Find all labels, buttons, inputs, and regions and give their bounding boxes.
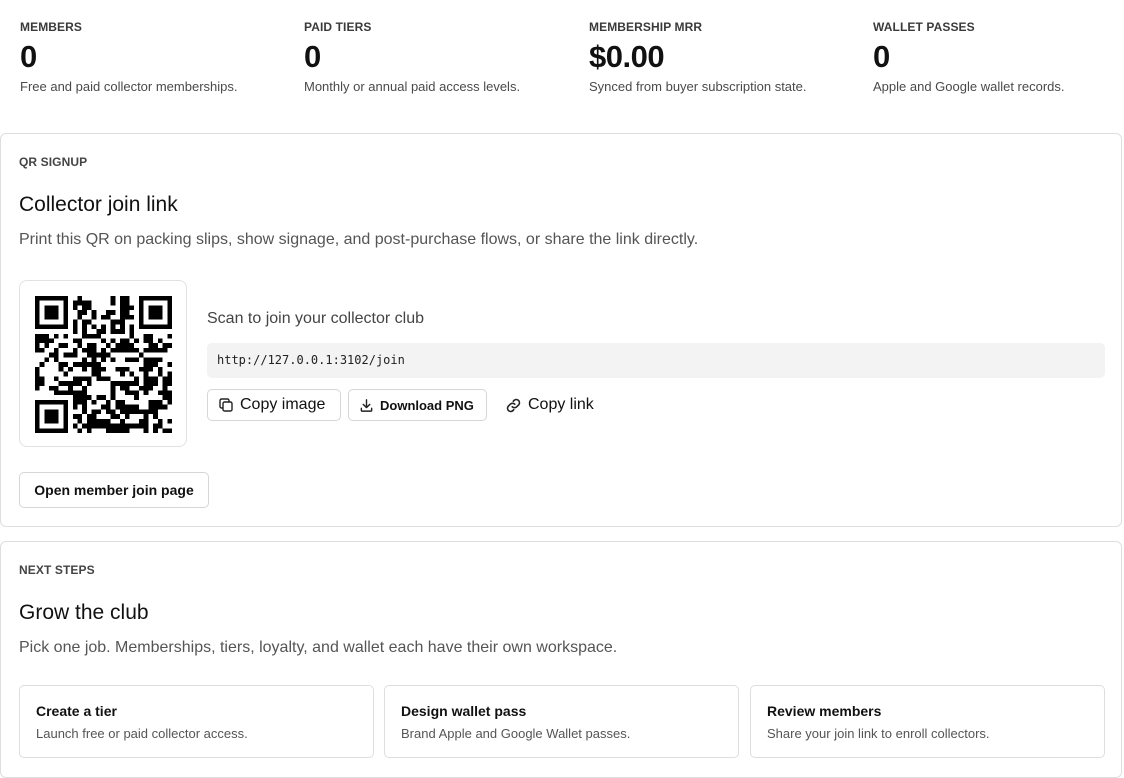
stat-description: Synced from buyer subscription state. xyxy=(589,79,807,94)
copy-link-button[interactable]: Copy link xyxy=(505,389,594,421)
join-url-text: http://127.0.0.1:3102/join xyxy=(217,353,405,367)
next-steps-card: NEXT STEPS Grow the club Pick one job. M… xyxy=(0,541,1122,778)
qr-code-frame xyxy=(19,280,187,447)
tile-description: Launch free or paid collector access. xyxy=(36,726,248,741)
qr-signup-card: QR SIGNUP Collector join link Print this… xyxy=(0,133,1122,527)
review-members-tile[interactable]: Review members Share your join link to e… xyxy=(750,685,1105,758)
open-member-join-page-button[interactable]: Open member join page xyxy=(19,472,209,508)
stat-description: Apple and Google wallet records. xyxy=(873,79,1065,94)
open-join-label: Open member join page xyxy=(34,482,194,498)
stat-membership-mrr: MEMBERSHIP MRR $0.00 Synced from buyer s… xyxy=(589,19,869,96)
stat-value: 0 xyxy=(304,39,321,74)
copy-link-label: Copy link xyxy=(528,396,594,413)
link-icon xyxy=(506,398,521,412)
card-description: Print this QR on packing slips, show sig… xyxy=(19,231,699,248)
tile-title: Review members xyxy=(767,703,882,719)
stat-paid-tiers: PAID TIERS 0 Monthly or annual paid acce… xyxy=(304,19,584,96)
stat-label: PAID TIERS xyxy=(304,20,372,34)
stat-members: MEMBERS 0 Free and paid collector member… xyxy=(20,19,300,96)
download-png-label: Download PNG xyxy=(380,397,474,413)
stat-wallet-passes: WALLET PASSES 0 Apple and Google wallet … xyxy=(873,19,1124,96)
copy-image-label: Copy image xyxy=(240,396,326,413)
section-eyebrow: QR SIGNUP xyxy=(19,155,88,169)
scan-instructions: Scan to join your collector club xyxy=(207,310,424,327)
create-tier-tile[interactable]: Create a tier Launch free or paid collec… xyxy=(19,685,374,758)
tile-description: Share your join link to enroll collector… xyxy=(767,726,990,741)
stat-value: 0 xyxy=(20,39,37,74)
stat-value: 0 xyxy=(873,39,890,74)
join-url-field[interactable]: http://127.0.0.1:3102/join xyxy=(207,343,1105,378)
download-png-button[interactable]: Download PNG xyxy=(348,389,487,421)
qr-code xyxy=(35,296,172,433)
card-title: Grow the club xyxy=(19,601,149,624)
section-eyebrow: NEXT STEPS xyxy=(19,563,95,577)
card-title: Collector join link xyxy=(19,193,178,216)
copy-icon xyxy=(219,398,233,412)
stat-label: WALLET PASSES xyxy=(873,20,975,34)
stat-description: Free and paid collector memberships. xyxy=(20,79,238,94)
stats-row: MEMBERS 0 Free and paid collector member… xyxy=(0,0,1124,130)
design-wallet-pass-tile[interactable]: Design wallet pass Brand Apple and Googl… xyxy=(384,685,739,758)
stat-value: $0.00 xyxy=(589,39,665,74)
tile-title: Design wallet pass xyxy=(401,703,527,719)
stat-description: Monthly or annual paid access levels. xyxy=(304,79,521,94)
stat-label: MEMBERSHIP MRR xyxy=(589,20,703,34)
download-icon xyxy=(360,398,373,412)
card-description: Pick one job. Memberships, tiers, loyalt… xyxy=(19,639,618,656)
stat-label: MEMBERS xyxy=(20,20,83,34)
tile-description: Brand Apple and Google Wallet passes. xyxy=(401,726,631,741)
copy-image-button[interactable]: Copy image xyxy=(207,389,341,421)
tile-title: Create a tier xyxy=(36,703,117,719)
